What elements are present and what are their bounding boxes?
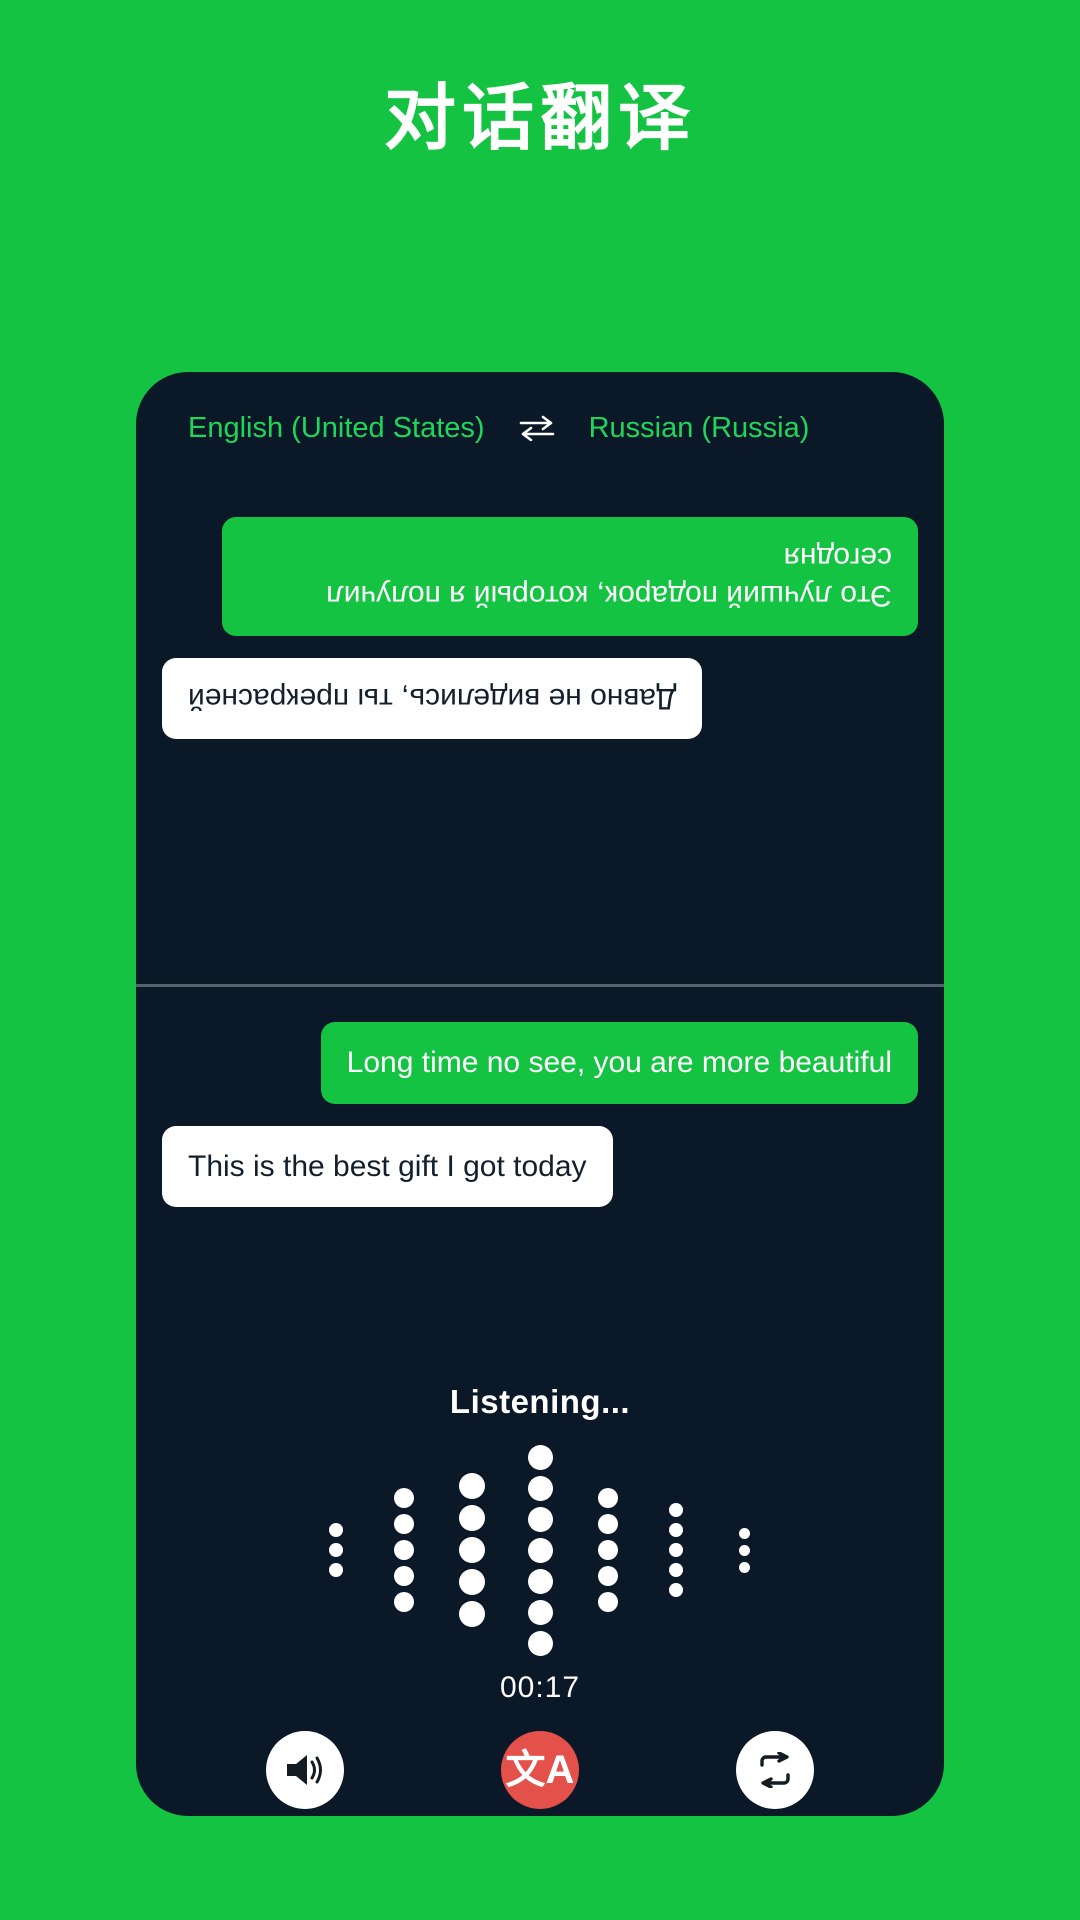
translate-glyph: 文A <box>505 1748 575 1792</box>
waveform-dot <box>527 1568 553 1594</box>
waveform-dot <box>669 1503 683 1517</box>
waveform-column <box>302 1520 370 1580</box>
listening-status-label: Listening... <box>449 1383 631 1420</box>
waveform-dot <box>669 1523 683 1537</box>
waveform-dot <box>527 1599 553 1625</box>
phone-card: English (United States) Russian (Russia)… <box>136 372 944 1816</box>
waveform-dot <box>329 1523 343 1537</box>
waveform-dot <box>598 1566 618 1586</box>
waveform-column <box>710 1525 778 1576</box>
message-row: Давно не виделись, ты прекрасней <box>162 658 918 740</box>
source-language-selector[interactable]: English (United States) <box>164 412 485 445</box>
waveform-dot <box>329 1563 343 1577</box>
speaker-button[interactable]: Speaker is on <box>195 1731 415 1816</box>
listening-area: Listening... 00:17 <box>136 1317 944 1705</box>
waveform-dot <box>738 1561 750 1573</box>
quit-button[interactable]: 文A Quit <box>430 1731 650 1816</box>
waveform-dot <box>459 1537 485 1563</box>
waveform-dot <box>527 1444 553 1470</box>
target-language-selector[interactable]: Russian (Russia) <box>589 412 810 445</box>
waveform-dot <box>598 1488 618 1508</box>
waveform-dot <box>459 1569 485 1595</box>
message-bubble-local-white: This is the best gift I got today <box>162 1125 613 1207</box>
waveform-dot <box>598 1540 618 1560</box>
waveform-dot <box>527 1506 553 1532</box>
page-title: 对话翻译 <box>383 79 696 159</box>
remote-conversation-pane: Давно не виделись, ты прекрасней Это луч… <box>136 484 944 984</box>
waveform-dot <box>394 1514 414 1534</box>
waveform-dot <box>459 1473 485 1499</box>
translate-icon: 文A <box>500 1731 579 1809</box>
waveform-column <box>370 1485 438 1615</box>
recording-timer: 00:17 <box>499 1671 581 1704</box>
waveform-column <box>642 1500 710 1600</box>
waveform-column <box>574 1485 642 1615</box>
toggle-button[interactable]: Toggle <box>665 1731 885 1816</box>
waveform-dot <box>527 1537 553 1563</box>
language-bar: English (United States) Russian (Russia) <box>136 372 944 484</box>
audio-waveform <box>302 1444 778 1656</box>
waveform-dot <box>394 1540 414 1560</box>
waveform-dot <box>598 1592 618 1612</box>
message-row: Long time no see, you are more beautiful <box>162 1022 918 1104</box>
message-row: This is the best gift I got today <box>162 1125 918 1207</box>
message-bubble-local-green: Long time no see, you are more beautiful <box>320 1022 918 1104</box>
swap-horizontal-icon[interactable] <box>485 415 589 441</box>
message-bubble-remote-green: Это лучший подарок, который я получил се… <box>222 517 918 636</box>
waveform-dot <box>394 1566 414 1586</box>
message-bubble-remote-white: Давно не виделись, ты прекрасней <box>162 658 703 740</box>
waveform-dot <box>669 1543 683 1557</box>
waveform-dot <box>669 1563 683 1577</box>
waveform-dot <box>598 1514 618 1534</box>
waveform-dot <box>738 1527 750 1539</box>
waveform-dot <box>669 1583 683 1597</box>
waveform-dot <box>459 1601 485 1627</box>
waveform-column <box>438 1470 506 1630</box>
speaker-on-icon <box>266 1731 345 1809</box>
waveform-dot <box>329 1543 343 1557</box>
local-conversation-pane: Long time no see, you are more beautiful… <box>136 987 944 1317</box>
waveform-dot <box>394 1488 414 1508</box>
waveform-column <box>506 1442 574 1659</box>
message-row: Это лучший подарок, который я получил се… <box>162 517 918 636</box>
control-bar: Speaker is on 文A Quit Toggle <box>136 1705 944 1816</box>
waveform-dot <box>527 1475 553 1501</box>
toggle-swap-icon <box>735 1731 814 1809</box>
waveform-dot <box>738 1544 750 1556</box>
waveform-dot <box>394 1592 414 1612</box>
waveform-dot <box>459 1505 485 1531</box>
waveform-dot <box>527 1630 553 1656</box>
